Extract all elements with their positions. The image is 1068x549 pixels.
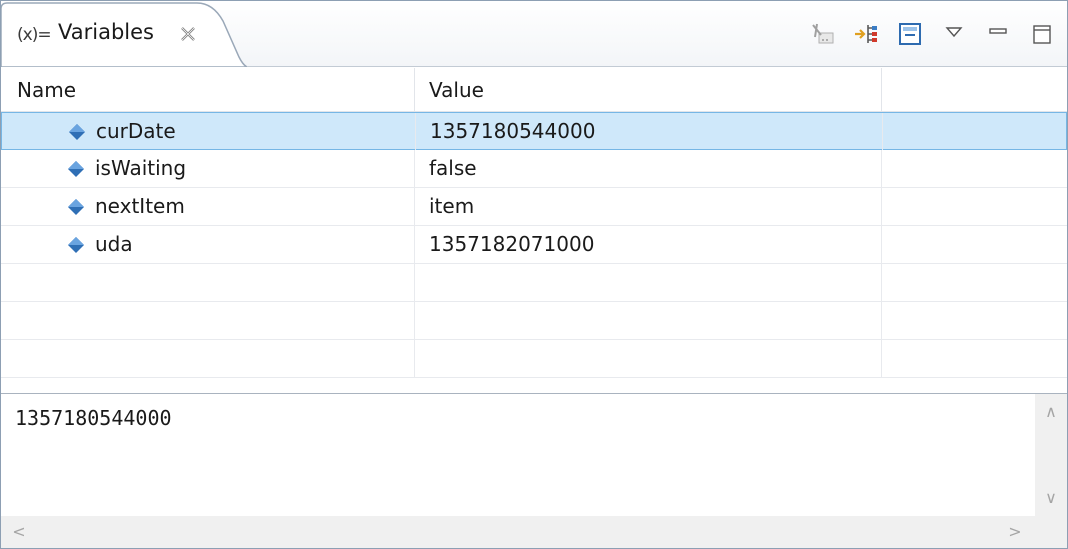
- table-row[interactable]: nextItem item: [1, 188, 1067, 226]
- empty-cell: [882, 188, 1067, 225]
- empty-row: [1, 264, 1067, 302]
- variables-table: Name Value curDate 1357180544000 isWaiti…: [1, 68, 1067, 390]
- detail-value-text: 1357180544000: [15, 406, 172, 430]
- variable-value: 1357180544000: [416, 113, 883, 150]
- variable-name: nextItem: [1, 188, 415, 225]
- scroll-down-icon[interactable]: ∨: [1039, 486, 1063, 510]
- show-type-names-button[interactable]: [807, 19, 837, 49]
- maximize-icon: [1033, 25, 1051, 44]
- show-logical-structure-icon: [855, 25, 877, 43]
- table-header: Name Value: [1, 68, 1067, 112]
- empty-cell: [882, 226, 1067, 263]
- vertical-scrollbar[interactable]: ∧ ∨: [1035, 394, 1067, 516]
- minimize-button[interactable]: [983, 19, 1013, 49]
- table-row[interactable]: isWaiting false: [1, 150, 1067, 188]
- view-title-bar: (x)= Variables: [1, 1, 1067, 67]
- variable-value: 1357182071000: [415, 226, 882, 263]
- detail-pane[interactable]: 1357180544000 ∧ ∨ < >: [1, 393, 1067, 548]
- variable-name: curDate: [2, 113, 416, 150]
- collapse-all-icon: [899, 23, 921, 45]
- variable-name: isWaiting: [1, 150, 415, 187]
- show-logical-structure-button[interactable]: [851, 19, 881, 49]
- view-menu-icon: [945, 27, 963, 38]
- table-row[interactable]: curDate 1357180544000: [1, 112, 1067, 150]
- variable-value: false: [415, 150, 882, 187]
- scroll-left-icon[interactable]: <: [7, 520, 31, 544]
- scroll-right-icon[interactable]: >: [1003, 520, 1027, 544]
- variable-value: item: [415, 188, 882, 225]
- maximize-button[interactable]: [1027, 19, 1057, 49]
- empty-cell: [883, 113, 1067, 150]
- table-body: curDate 1357180544000 isWaiting false ne…: [1, 112, 1067, 378]
- view-toolbar: [807, 17, 1057, 51]
- variables-icon: (x)=: [17, 25, 52, 45]
- column-header-value[interactable]: Value: [415, 68, 882, 112]
- close-icon[interactable]: [177, 23, 199, 45]
- view-menu-button[interactable]: [939, 19, 969, 49]
- scroll-up-icon[interactable]: ∧: [1039, 400, 1063, 424]
- empty-row: [1, 302, 1067, 340]
- variable-name: uda: [1, 226, 415, 263]
- collapse-all-button[interactable]: [895, 19, 925, 49]
- tab-variables[interactable]: (x)= Variables: [1, 1, 247, 67]
- table-row[interactable]: uda 1357182071000: [1, 226, 1067, 264]
- column-header-empty: [882, 68, 1067, 112]
- variables-view: (x)= Variables Name Value curDate 135718…: [0, 0, 1068, 549]
- show-type-names-icon: [812, 23, 834, 44]
- tab-label: Variables: [58, 20, 154, 44]
- empty-row: [1, 340, 1067, 378]
- minimize-icon: [989, 28, 1007, 34]
- horizontal-scrollbar[interactable]: < >: [1, 516, 1067, 548]
- empty-cell: [882, 150, 1067, 187]
- column-header-name[interactable]: Name: [1, 68, 415, 112]
